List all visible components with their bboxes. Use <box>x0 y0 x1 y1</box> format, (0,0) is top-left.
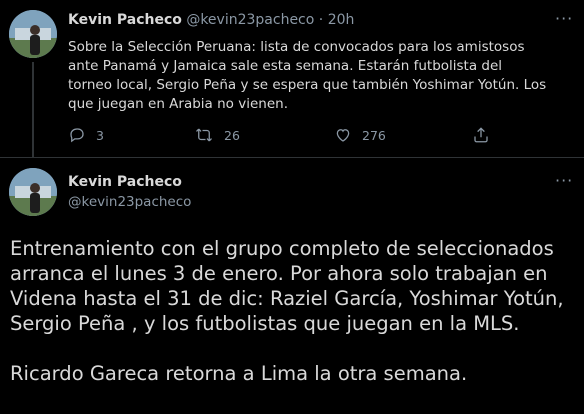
retweet-button[interactable]: 26 <box>194 126 240 144</box>
like-button[interactable]: 276 <box>334 126 386 144</box>
tweet-text-paragraph: Entrenamiento con el grupo completo de s… <box>10 237 564 335</box>
author-handle[interactable]: @kevin23pacheco <box>68 194 191 210</box>
tweet-1[interactable]: Kevin Pacheco @kevin23pacheco · 20h ··· … <box>0 0 584 158</box>
tweet-text: Entrenamiento con el grupo completo de s… <box>10 236 578 386</box>
author-handle[interactable]: @kevin23pacheco <box>186 12 314 28</box>
time-separator: · <box>318 12 324 28</box>
avatar[interactable] <box>9 10 57 58</box>
avatar-photo-icon <box>9 10 57 58</box>
share-button[interactable] <box>472 126 490 144</box>
heart-icon <box>336 129 350 142</box>
tweet-text-paragraph: Ricardo Gareca retorna a Lima la otra se… <box>10 362 468 385</box>
reply-count: 3 <box>96 127 104 143</box>
tweet-actions: 3 26 276 <box>68 126 508 146</box>
tweet-time[interactable]: 20h <box>328 12 355 28</box>
share-icon <box>474 127 488 143</box>
reply-icon <box>70 128 84 143</box>
author-name[interactable]: Kevin Pacheco <box>68 12 182 28</box>
tweet-2[interactable]: Kevin Pacheco @kevin23pacheco ··· Entren… <box>0 158 584 414</box>
author-name[interactable]: Kevin Pacheco <box>68 174 182 190</box>
more-options-icon[interactable]: ··· <box>555 11 573 27</box>
like-count: 276 <box>362 127 386 143</box>
tweet-header: Kevin Pacheco @kevin23pacheco · 20h <box>68 12 354 28</box>
retweet-count: 26 <box>224 127 240 143</box>
retweet-icon <box>196 128 212 142</box>
thread-connector-line <box>32 62 34 158</box>
avatar[interactable] <box>9 168 57 216</box>
avatar-photo-icon <box>9 168 57 216</box>
tweet-text: Sobre la Selección Peruana: lista de con… <box>68 39 547 112</box>
more-options-icon[interactable]: ··· <box>555 173 573 189</box>
reply-button[interactable]: 3 <box>68 126 104 144</box>
